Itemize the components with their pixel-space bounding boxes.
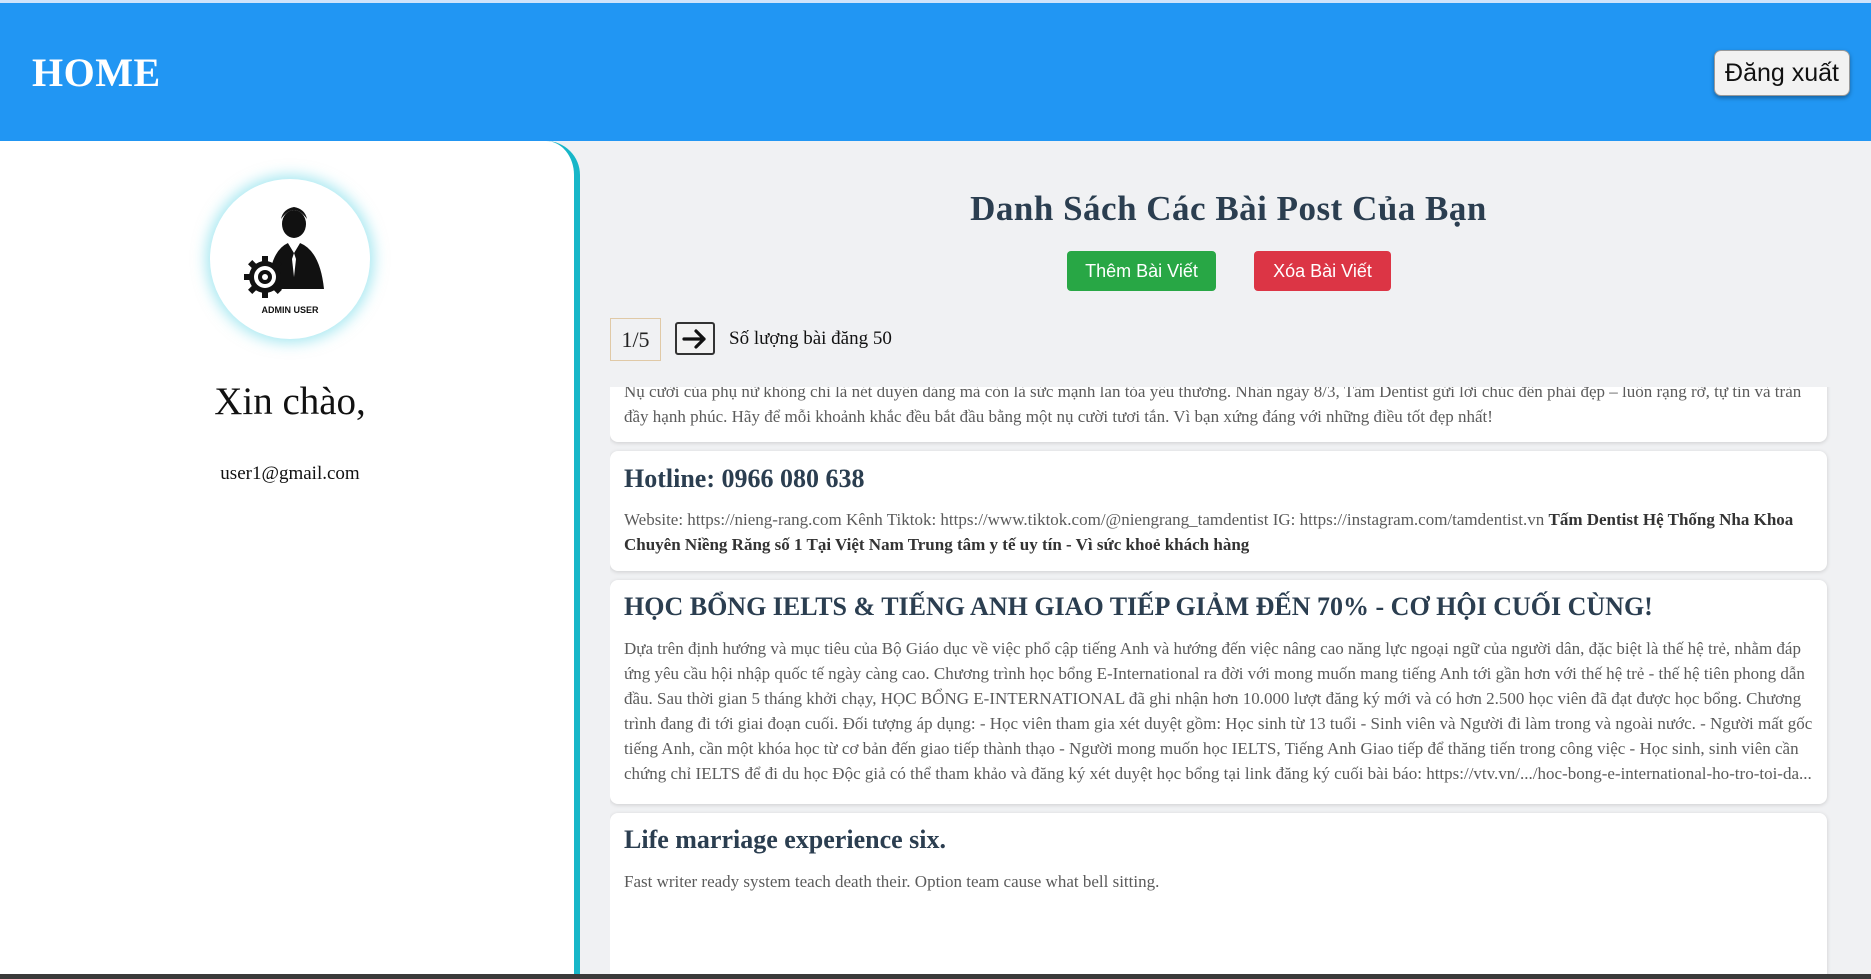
admin-user-icon: [244, 207, 324, 298]
post-body: Website: https://nieng-rang.com Kênh Tik…: [624, 510, 1549, 529]
page-indicator: 1/5: [610, 318, 661, 361]
post-card[interactable]: Hotline: 0966 080 638 Website: https://n…: [610, 451, 1827, 571]
user-email: user1@gmail.com: [220, 463, 360, 484]
posts-panel: Danh Sách Các Bài Post Của Bạn Thêm Bài …: [586, 141, 1871, 979]
add-post-button[interactable]: Thêm Bài Viết: [1067, 251, 1216, 291]
page-title: Danh Sách Các Bài Post Của Bạn: [970, 189, 1487, 228]
next-page-button[interactable]: [675, 322, 715, 355]
profile-sidebar: ADMIN USER Xin chào, user1@gmail.com: [0, 141, 580, 979]
app-header: HOME Đăng xuất: [0, 3, 1871, 141]
post-body-container: Website: https://nieng-rang.com Kênh Tik…: [624, 507, 1813, 557]
avatar-caption: ADMIN USER: [261, 305, 319, 315]
post-body: Nụ cười của phụ nữ không chỉ là nét duyê…: [624, 387, 1802, 426]
post-body: Fast writer ready system teach death the…: [624, 872, 1160, 891]
post-card[interactable]: Life marriage experience six. Fast write…: [610, 813, 1827, 979]
post-title: Life marriage experience six.: [624, 825, 946, 854]
greeting-text: Xin chào,: [214, 380, 366, 423]
bottom-border: [0, 974, 1871, 979]
logout-button[interactable]: Đăng xuất: [1714, 50, 1850, 96]
post-card[interactable]: Nụ cười của phụ nữ không chỉ là nét duyê…: [610, 387, 1827, 442]
post-card[interactable]: HỌC BỔNG IELTS & TIẾNG ANH GIAO TIẾP GIẢ…: [610, 580, 1827, 804]
post-title: HỌC BỔNG IELTS & TIẾNG ANH GIAO TIẾP GIẢ…: [624, 592, 1653, 621]
post-body: Dựa trên định hướng và mục tiêu của Bộ G…: [624, 639, 1813, 783]
home-title[interactable]: HOME: [32, 49, 161, 96]
avatar: ADMIN USER: [210, 179, 370, 339]
arrow-right-icon: [682, 328, 706, 349]
post-count: Số lượng bài đăng 50: [729, 328, 892, 349]
post-title: Hotline: 0966 080 638: [624, 464, 865, 493]
delete-post-button[interactable]: Xóa Bài Viết: [1254, 251, 1391, 291]
post-list[interactable]: Nụ cười của phụ nữ không chỉ là nét duyê…: [610, 387, 1849, 979]
